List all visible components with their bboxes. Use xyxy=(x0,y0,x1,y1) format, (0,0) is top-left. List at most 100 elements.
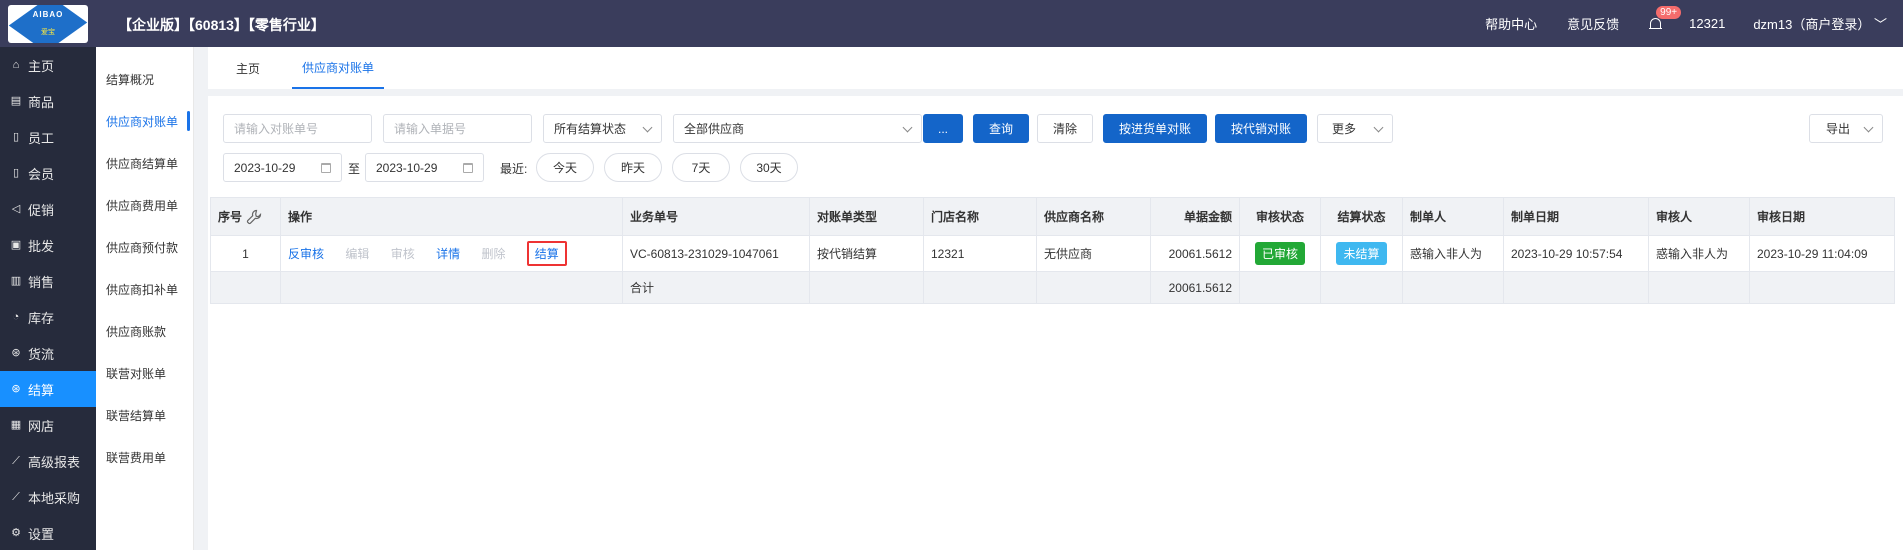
settle-icon: ⊛ xyxy=(11,383,21,395)
help-center-link[interactable]: 帮助中心 xyxy=(1485,14,1537,33)
col-create-date: 制单日期 xyxy=(1503,197,1649,236)
table-header-row: 序号 操作 业务单号 对账单类型 门店名称 供应商名称 单据金额 审核状态 结算… xyxy=(210,197,1895,236)
row-audit-date: 2023-10-29 11:04:09 xyxy=(1749,235,1895,272)
col-index: 序号 xyxy=(210,197,281,236)
wrench-icon[interactable] xyxy=(246,209,262,225)
sidebar-item-promo[interactable]: ◁ 促销 xyxy=(0,191,96,227)
submenu-item-supplier-deduction[interactable]: 供应商扣补单 xyxy=(96,268,193,310)
summary-label: 合计 xyxy=(622,271,810,304)
tab-home[interactable]: 主页 xyxy=(226,47,270,89)
chevron-down-icon xyxy=(902,122,913,133)
submenu-item-joint-reconciliation[interactable]: 联营对账单 xyxy=(96,352,193,394)
settle-status-select[interactable]: 所有结算状态 xyxy=(543,114,662,143)
sidebar-item-wholesale[interactable]: ▣ 批发 xyxy=(0,227,96,263)
sidebar-item-shop[interactable]: ▦ 网店 xyxy=(0,407,96,443)
recon-no-input[interactable]: 请输入对账单号 xyxy=(223,114,372,143)
date-to-input[interactable]: 2023-10-29 xyxy=(365,153,484,182)
wholesale-icon: ▣ xyxy=(10,239,22,251)
user-name: dzm13（商户登录） xyxy=(1753,17,1871,32)
chevron-down-icon: ﹀ xyxy=(1873,17,1887,32)
table-row[interactable]: 1 反审核 编辑 审核 详情 删除 结算 VC-60813-231029-104… xyxy=(210,235,1895,272)
row-type: 按代销结算 xyxy=(809,235,924,272)
sidebar-item-home[interactable]: ⌂ 主页 xyxy=(0,47,96,83)
delete-link: 删除 xyxy=(481,247,506,261)
submenu-item-overview[interactable]: 结算概况 xyxy=(96,58,193,100)
sidebar-item-purchase[interactable]: ⟋ 本地采购 xyxy=(0,479,96,515)
reconcile-by-consign-button[interactable]: 按代销对账 xyxy=(1215,114,1307,143)
logo-text: AIBAO xyxy=(32,9,64,19)
tab-supplier-reconciliation[interactable]: 供应商对账单 xyxy=(292,47,385,89)
submenu-item-joint-settlement[interactable]: 联营结算单 xyxy=(96,394,193,436)
quick-30days-button[interactable]: 30天 xyxy=(740,153,798,182)
summary-amount: 20061.5612 xyxy=(1150,271,1240,304)
quick-yesterday-button[interactable]: 昨天 xyxy=(604,153,662,182)
reconciliation-table: 序号 操作 业务单号 对账单类型 门店名称 供应商名称 单据金额 审核状态 结算… xyxy=(210,197,1895,304)
store-number[interactable]: 12321 xyxy=(1689,16,1725,31)
submenu-item-supplier-reconciliation[interactable]: 供应商对账单 xyxy=(96,100,193,142)
sidebar-item-settings[interactable]: ⚙ 设置 xyxy=(0,515,96,550)
date-from-input[interactable]: 2023-10-29 xyxy=(223,153,342,182)
supplier-picker-button[interactable]: ... xyxy=(923,114,963,143)
col-biz-no: 业务单号 xyxy=(622,197,810,236)
row-amount: 20061.5612 xyxy=(1150,235,1240,272)
row-store: 12321 xyxy=(923,235,1037,272)
row-operations: 反审核 编辑 审核 详情 删除 结算 xyxy=(280,235,623,272)
submenu-item-supplier-prepay[interactable]: 供应商预付款 xyxy=(96,226,193,268)
submenu-item-joint-fee[interactable]: 联营费用单 xyxy=(96,436,193,478)
submenu-item-supplier-fee[interactable]: 供应商费用单 xyxy=(96,184,193,226)
user-menu[interactable]: dzm13（商户登录） ﹀ xyxy=(1753,14,1887,33)
query-button[interactable]: 查询 xyxy=(973,114,1029,143)
home-icon: ⌂ xyxy=(12,59,20,71)
settle-link[interactable]: 结算 xyxy=(526,241,567,266)
row-create-date: 2023-10-29 10:57:54 xyxy=(1503,235,1649,272)
row-settle-status: 未结算 xyxy=(1320,235,1403,272)
sidebar-item-sales[interactable]: ▥ 销售 xyxy=(0,263,96,299)
row-index: 1 xyxy=(210,235,281,272)
supplier-select[interactable]: 全部供应商 xyxy=(673,114,922,143)
sidebar-item-settle[interactable]: ⊛ 结算 xyxy=(0,371,96,407)
feedback-link[interactable]: 意见反馈 xyxy=(1567,14,1619,33)
col-supplier: 供应商名称 xyxy=(1036,197,1151,236)
unaudit-link[interactable]: 反审核 xyxy=(288,247,324,261)
calendar-icon xyxy=(463,163,473,173)
purchase-icon: ⟋ xyxy=(12,491,20,503)
sidebar-item-goods[interactable]: ▤ 商品 xyxy=(0,83,96,119)
clear-button[interactable]: 清除 xyxy=(1037,114,1093,143)
date-range-separator: 至 xyxy=(348,162,361,176)
sidebar-item-staff[interactable]: ▯ 员工 xyxy=(0,119,96,155)
stock-icon: ◔ xyxy=(12,311,20,323)
col-creator: 制单人 xyxy=(1402,197,1504,236)
settle-status-badge: 未结算 xyxy=(1336,242,1387,265)
col-store: 门店名称 xyxy=(923,197,1037,236)
col-type: 对账单类型 xyxy=(809,197,924,236)
submenu-item-supplier-account[interactable]: 供应商账款 xyxy=(96,310,193,352)
main-sidebar: ⌂ 主页 ▤ 商品 ▯ 员工 ▯ 会员 ◁ 促销 ▣ 批发 ▥ 销售 ◔ 库存 ⊛ 货流 ⊛ 结算 … xyxy=(0,47,96,550)
col-auditor: 审核人 xyxy=(1648,197,1750,236)
col-audit-status: 审核状态 xyxy=(1239,197,1321,236)
col-amount: 单据金额 xyxy=(1150,197,1240,236)
logo-subtext: 爱宝 xyxy=(41,28,55,36)
sidebar-item-report[interactable]: ⟋ 高级报表 xyxy=(0,443,96,479)
sidebar-item-member[interactable]: ▯ 会员 xyxy=(0,155,96,191)
chevron-down-icon xyxy=(1863,122,1874,133)
audit-link: 审核 xyxy=(390,247,415,261)
row-supplier: 无供应商 xyxy=(1036,235,1151,272)
staff-icon: ▯ xyxy=(12,131,20,143)
edit-link: 编辑 xyxy=(345,247,370,261)
row-creator: 惑输入非人为 xyxy=(1402,235,1504,272)
quick-7days-button[interactable]: 7天 xyxy=(672,153,730,182)
page-tabs: 主页 供应商对账单 xyxy=(208,47,1903,89)
quick-today-button[interactable]: 今天 xyxy=(536,153,594,182)
more-dropdown-button[interactable]: 更多 xyxy=(1317,114,1393,143)
inbound-no-input[interactable]: 请输入单据号 xyxy=(383,114,532,143)
sidebar-item-stock[interactable]: ◔ 库存 xyxy=(0,299,96,335)
audit-status-badge: 已审核 xyxy=(1254,242,1305,265)
sidebar-item-flow[interactable]: ⊛ 货流 xyxy=(0,335,96,371)
reconcile-by-purchase-button[interactable]: 按进货单对账 xyxy=(1103,114,1207,143)
detail-link[interactable]: 详情 xyxy=(436,247,460,261)
export-dropdown-button[interactable]: 导出 xyxy=(1809,114,1883,143)
row-auditor: 惑输入非人为 xyxy=(1648,235,1750,272)
submenu-item-supplier-settlement[interactable]: 供应商结算单 xyxy=(96,142,193,184)
bell-icon[interactable]: 99+ xyxy=(1649,5,1682,32)
logo[interactable]: AIBAO 爱宝 xyxy=(0,0,96,47)
